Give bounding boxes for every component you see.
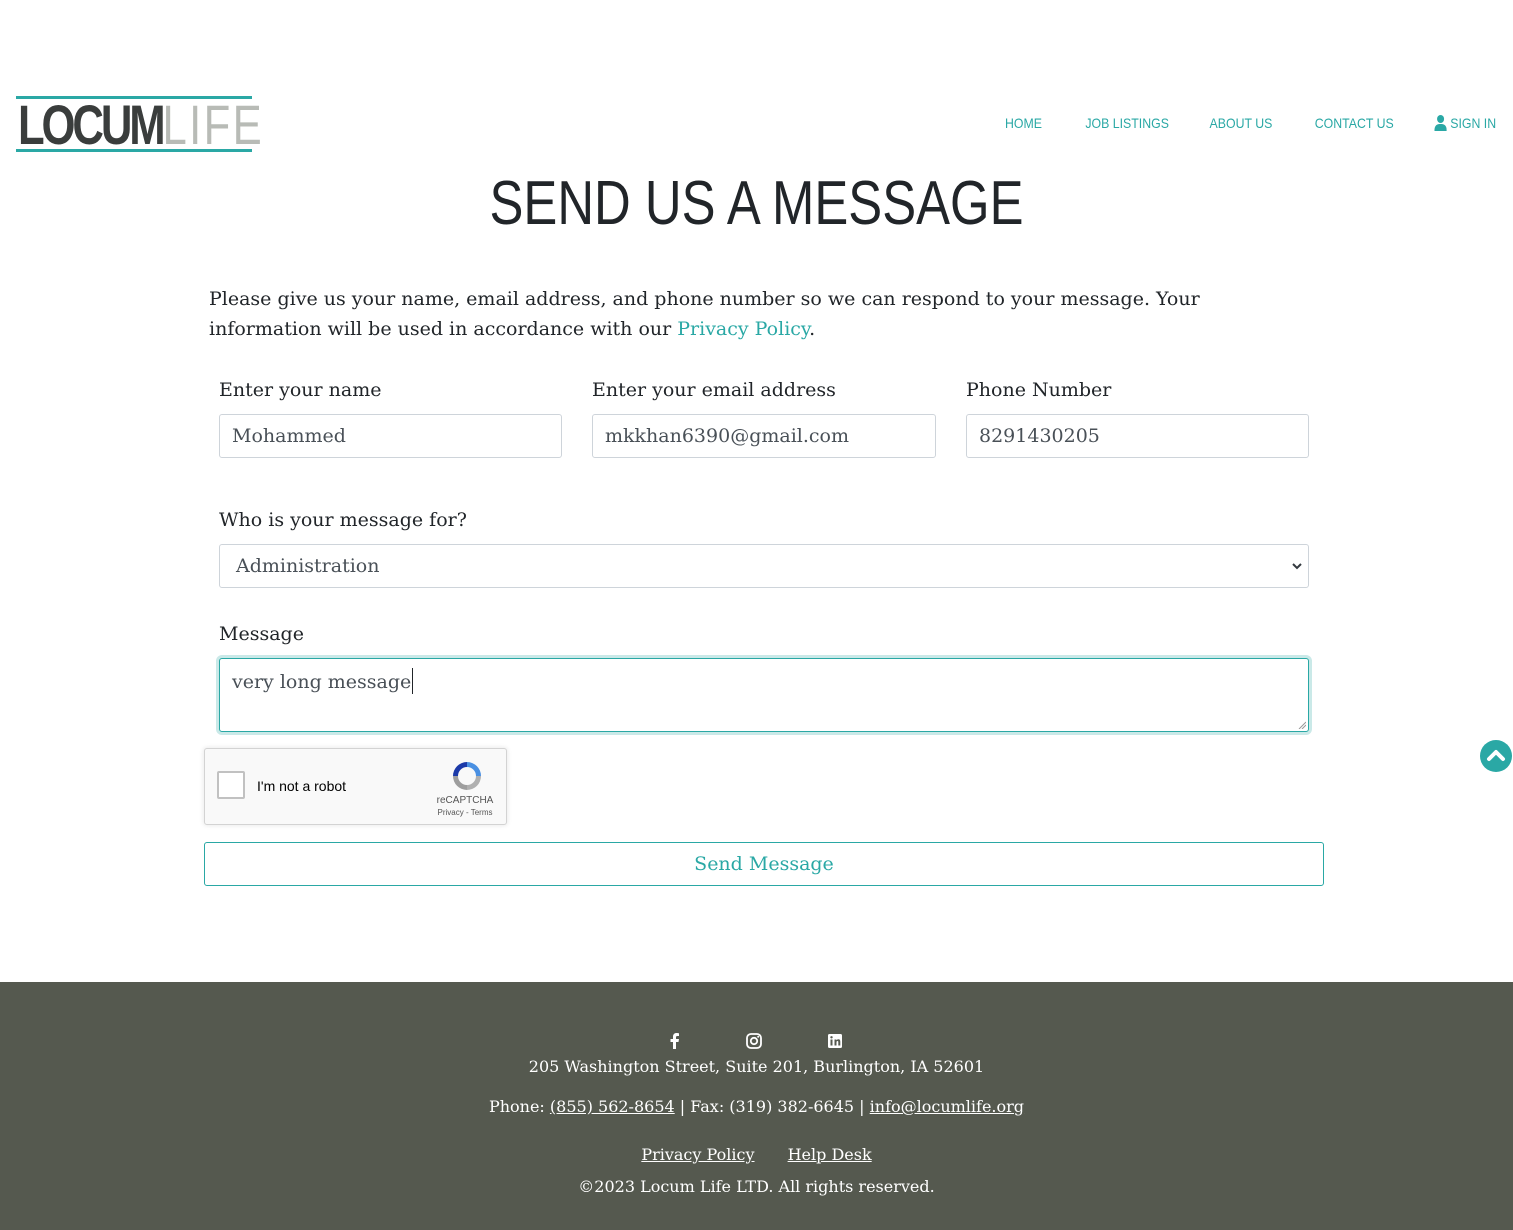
nav-about-us[interactable]: ABOUT US	[1209, 115, 1272, 131]
name-input[interactable]: Mohammed	[219, 414, 562, 458]
fax-text: | Fax: (319) 382-6645 |	[674, 1097, 870, 1116]
phone-label: Phone Number	[966, 379, 1112, 401]
logo[interactable]: LOCUMLIFE	[16, 96, 262, 153]
logo-bottom-rule	[16, 149, 252, 152]
scroll-to-top-button[interactable]	[1480, 740, 1512, 772]
instagram-icon[interactable]	[745, 1032, 763, 1050]
recaptcha-logo-icon	[453, 762, 481, 790]
text-caret	[412, 668, 414, 694]
nav-home[interactable]: HOME	[1005, 115, 1042, 131]
phone-prefix: Phone:	[488, 1097, 550, 1116]
recaptcha-label: I'm not a robot	[257, 778, 347, 794]
sign-in-label: SIGN IN	[1450, 115, 1496, 131]
logo-locum: LOCUM	[18, 93, 166, 156]
footer-phone-link[interactable]: (855) 562-8654	[550, 1097, 675, 1116]
intro-text: Please give us your name, email address,…	[209, 284, 1309, 344]
email-label: Enter your email address	[592, 379, 836, 401]
message-text: very long message	[232, 671, 412, 693]
nav-contact-us[interactable]: CONTACT US	[1315, 115, 1394, 131]
copyright: ©2023 Locum Life LTD. All rights reserve…	[578, 1177, 935, 1196]
footer: 205 Washington Street, Suite 201, Burlin…	[0, 982, 1513, 1230]
message-label: Message	[219, 623, 304, 645]
recipient-selected-value: Administration	[236, 555, 380, 577]
recipient-select[interactable]: Administration	[219, 544, 1309, 588]
footer-contact-line: Phone: (855) 562-8654 | Fax: (319) 382-6…	[0, 1097, 1513, 1116]
nav-sign-in[interactable]: SIGN IN	[1434, 115, 1496, 131]
nav-job-listings[interactable]: JOB LISTINGS	[1085, 115, 1169, 131]
footer-help-desk-link[interactable]: Help Desk	[788, 1145, 872, 1164]
footer-address: 205 Washington Street, Suite 201, Burlin…	[528, 1057, 985, 1076]
recaptcha-checkbox[interactable]	[217, 771, 245, 799]
recipient-label: Who is your message for?	[219, 509, 467, 531]
resize-handle-icon[interactable]	[1298, 721, 1306, 729]
recaptcha-links[interactable]: Privacy - Terms	[429, 808, 501, 817]
logo-life: LIFE	[162, 93, 265, 156]
send-message-button[interactable]: Send Message	[204, 842, 1324, 886]
privacy-policy-link[interactable]: Privacy Policy	[677, 318, 809, 340]
footer-links: Privacy Policy Help Desk	[0, 1145, 1513, 1164]
footer-privacy-policy-link[interactable]: Privacy Policy	[641, 1145, 754, 1164]
logo-text: LOCUMLIFE	[18, 97, 264, 153]
email-input[interactable]: mkkhan6390@gmail.com	[592, 414, 936, 458]
intro-end: .	[809, 318, 816, 340]
footer-email-link[interactable]: info@locumlife.org	[870, 1097, 1024, 1116]
page-title: SEND US A MESSAGE	[489, 169, 1024, 238]
phone-input[interactable]: 8291430205	[966, 414, 1309, 458]
facebook-icon[interactable]	[666, 1032, 684, 1050]
chevron-up-icon	[1487, 750, 1505, 761]
recaptcha-brand: reCAPTCHA	[436, 795, 494, 806]
user-icon	[1434, 115, 1447, 131]
linkedin-icon[interactable]	[826, 1032, 844, 1050]
chevron-down-icon	[1292, 563, 1302, 570]
name-label: Enter your name	[219, 379, 382, 401]
main-nav: HOME JOB LISTINGS ABOUT US CONTACT US SI…	[1000, 115, 1496, 131]
recaptcha-widget: I'm not a robot reCAPTCHA Privacy - Term…	[204, 748, 507, 825]
message-textarea[interactable]: very long message	[219, 658, 1309, 732]
